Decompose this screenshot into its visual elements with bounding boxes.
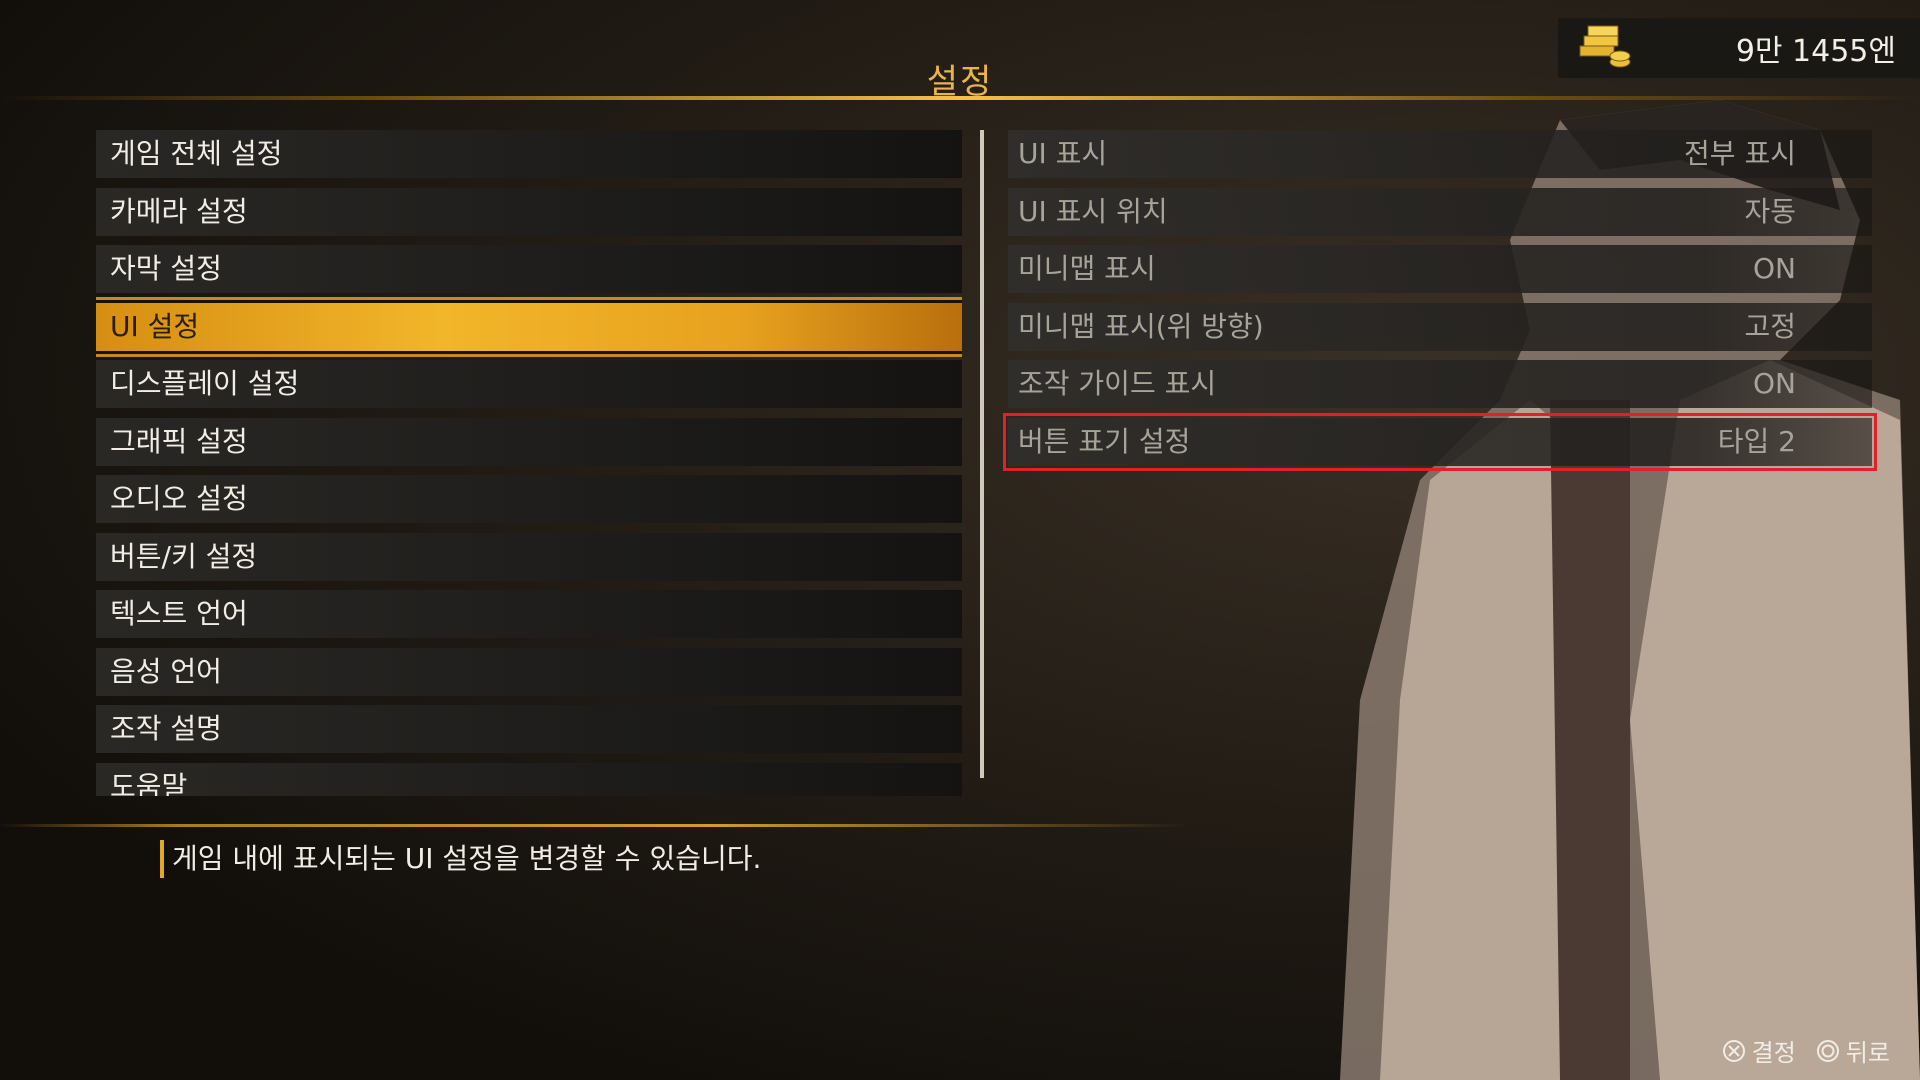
menu-item-ui[interactable]: UI 설정 (96, 302, 962, 351)
confirm-label: 결정 (1751, 1039, 1796, 1067)
option-value: 타입 2 (1717, 424, 1796, 458)
money-display: 9만 1455엔 (1558, 18, 1920, 78)
menu-item-camera[interactable]: 카메라 설정 (96, 187, 962, 236)
button-hints: 결정 뒤로 (1722, 1033, 1890, 1068)
title-divider (0, 96, 1920, 100)
option-row-minimap[interactable]: 미니맵 표시 ON (1008, 245, 1872, 293)
menu-item-voice-language[interactable]: 음성 언어 (96, 647, 962, 696)
menu-item-display[interactable]: 디스플레이 설정 (96, 360, 962, 408)
option-label: 조작 가이드 표시 (1018, 367, 1217, 400)
option-label: UI 표시 위치 (1018, 194, 1168, 228)
menu-item-subtitle[interactable]: 자막 설정 (96, 245, 962, 293)
menu-item-button-key[interactable]: 버튼/키 설정 (96, 532, 962, 581)
option-row-ui-display[interactable]: UI 표시 전부 표시 (1008, 130, 1872, 178)
ui-options-panel: UI 표시 전부 표시 UI 표시 위치 자동 미니맵 표시 ON 미니맵 표시… (1003, 130, 1877, 475)
back-label: 뒤로 (1845, 1039, 1890, 1067)
menu-item-graphics[interactable]: 그래픽 설정 (96, 417, 962, 466)
option-label: 미니맵 표시 (1018, 252, 1156, 285)
option-value: 전부 표시 (1684, 137, 1796, 170)
menu-item-help[interactable]: 도움말 (96, 762, 962, 796)
menu-item-audio[interactable]: 오디오 설정 (96, 475, 962, 523)
option-row-minimap-orientation[interactable]: 미니맵 표시(위 방향) 고정 (1008, 302, 1872, 351)
scrollbar-thumb[interactable] (980, 130, 984, 778)
back-hint[interactable]: 뒤로 (1816, 1033, 1890, 1068)
cross-button-icon (1722, 1039, 1745, 1062)
description-text: 게임 내에 표시되는 UI 설정을 변경할 수 있습니다. (160, 840, 761, 878)
menu-item-game-general[interactable]: 게임 전체 설정 (96, 130, 962, 178)
option-value: 자동 (1744, 194, 1796, 228)
money-amount: 9만 1455엔 (1735, 34, 1896, 69)
option-label: UI 표시 (1018, 137, 1108, 170)
option-row-button-notation[interactable]: 버튼 표기 설정 타입 2 (1003, 412, 1877, 471)
settings-menu: 게임 전체 설정 카메라 설정 자막 설정 UI 설정 디스플레이 설정 그래픽… (96, 130, 962, 796)
circle-button-icon (1816, 1039, 1839, 1062)
yen-money-stack-icon (1579, 25, 1631, 68)
option-value: ON (1753, 252, 1796, 285)
menu-item-controls[interactable]: 조작 설명 (96, 705, 962, 753)
option-row-control-guide[interactable]: 조작 가이드 표시 ON (1008, 360, 1872, 408)
confirm-hint[interactable]: 결정 (1722, 1033, 1796, 1068)
description-divider (0, 824, 1190, 827)
option-label: 미니맵 표시(위 방향) (1018, 309, 1264, 343)
option-value: ON (1753, 367, 1796, 400)
option-value: 고정 (1744, 309, 1796, 343)
menu-item-text-language[interactable]: 텍스트 언어 (96, 590, 962, 638)
option-label: 버튼 표기 설정 (1018, 424, 1191, 458)
option-row-ui-position[interactable]: UI 표시 위치 자동 (1008, 187, 1872, 236)
